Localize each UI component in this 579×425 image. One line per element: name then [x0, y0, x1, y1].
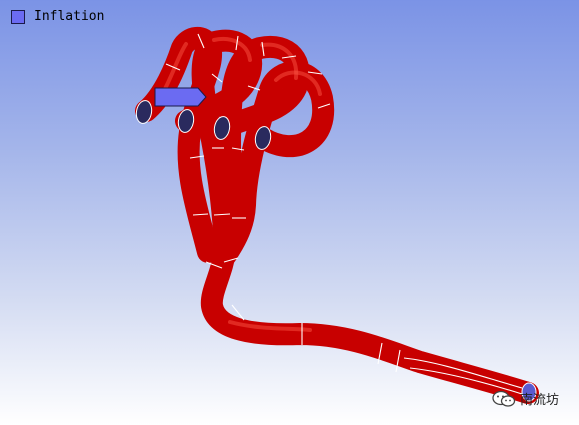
watermark: 南流坊: [492, 389, 559, 408]
wechat-icon: [492, 390, 516, 407]
watermark-label: 南流坊: [520, 393, 560, 408]
exhaust-manifold-model[interactable]: [0, 0, 579, 425]
pipe-geometry: [135, 27, 539, 404]
inflation-marker[interactable]: [154, 87, 207, 107]
graphics-viewport[interactable]: Inflation 南流坊: [0, 0, 579, 425]
